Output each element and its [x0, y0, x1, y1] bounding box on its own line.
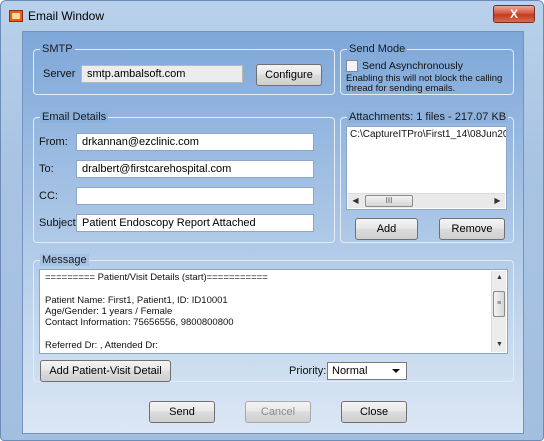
title-bar[interactable]: Email Window X — [1, 1, 543, 31]
cc-field[interactable] — [76, 187, 314, 205]
subject-label: Subject: — [39, 217, 79, 229]
message-legend: Message — [40, 254, 89, 266]
attachment-item[interactable]: C:\CaptureITPro\First1_14\08Jun2010_ — [350, 129, 506, 140]
send-mode-group: Send Mode Send Asynchronously Enabling t… — [340, 43, 514, 95]
message-line: ========= Patient/Visit Details (start)=… — [45, 272, 268, 283]
scroll-thumb[interactable]: III — [365, 195, 413, 207]
priority-select[interactable]: Normal — [327, 362, 407, 380]
email-details-legend: Email Details — [40, 111, 109, 123]
chevron-down-icon[interactable] — [392, 369, 400, 373]
send-async-label[interactable]: Send Asynchronously — [362, 60, 463, 72]
message-body[interactable]: ========= Patient/Visit Details (start)=… — [39, 269, 508, 354]
cc-label: CC: — [39, 190, 58, 202]
configure-button[interactable]: Configure — [256, 64, 322, 86]
smtp-group: SMTP Server smtp.ambalsoft.com Configure — [33, 43, 335, 95]
email-window: Email Window X SMTP Server smtp.ambalsof… — [0, 0, 544, 441]
scroll-thumb[interactable]: ≡ — [493, 291, 505, 317]
priority-value: Normal — [332, 365, 368, 377]
message-vscrollbar[interactable]: ▲ ≡ ▼ — [491, 271, 506, 352]
send-async-checkbox[interactable] — [346, 60, 358, 72]
message-group: Message ========= Patient/Visit Details … — [33, 254, 514, 382]
app-email-icon — [9, 10, 23, 22]
message-line: Referred Dr: , Attended Dr: — [45, 340, 158, 351]
email-details-group: Email Details From: drkannan@ezclinic.co… — [33, 111, 335, 243]
from-label: From: — [39, 136, 68, 148]
attachments-legend: Attachments: 1 files - 217.07 KB — [347, 111, 509, 123]
close-button[interactable]: Close — [341, 401, 407, 423]
message-line: Contact Information: 75656556, 980080080… — [45, 317, 234, 328]
send-mode-legend: Send Mode — [347, 43, 408, 55]
scroll-right-icon[interactable]: ▶ — [490, 194, 505, 208]
send-mode-hint-line2: thread for sending emails. — [346, 83, 456, 94]
priority-label: Priority: — [289, 365, 327, 377]
subject-field[interactable]: Patient Endoscopy Report Attached — [76, 214, 314, 232]
client-area: SMTP Server smtp.ambalsoft.com Configure… — [22, 31, 524, 434]
message-line: Patient Name: First1, Patient1, ID: ID10… — [45, 295, 228, 306]
cancel-button[interactable]: Cancel — [245, 401, 311, 423]
attachments-list[interactable]: C:\CaptureITPro\First1_14\08Jun2010_ ◀ I… — [346, 126, 507, 210]
attachments-group: Attachments: 1 files - 217.07 KB C:\Capt… — [340, 111, 514, 243]
server-field[interactable]: smtp.ambalsoft.com — [81, 65, 243, 83]
smtp-legend: SMTP — [40, 43, 75, 55]
scroll-up-icon[interactable]: ▲ — [492, 271, 507, 285]
attachments-hscrollbar[interactable]: ◀ III ▶ — [348, 193, 505, 208]
send-button[interactable]: Send — [149, 401, 215, 423]
from-field[interactable]: drkannan@ezclinic.com — [76, 133, 314, 151]
close-window-button[interactable]: X — [493, 5, 535, 23]
scroll-left-icon[interactable]: ◀ — [348, 194, 363, 208]
scroll-down-icon[interactable]: ▼ — [492, 338, 507, 352]
message-line: Age/Gender: 1 years / Female — [45, 306, 173, 317]
to-field[interactable]: dralbert@firstcarehospital.com — [76, 160, 314, 178]
to-label: To: — [39, 163, 54, 175]
server-label: Server — [43, 68, 76, 80]
add-patient-visit-detail-button[interactable]: Add Patient-Visit Detail — [40, 360, 171, 382]
remove-attachment-button[interactable]: Remove — [439, 218, 505, 240]
add-attachment-button[interactable]: Add — [355, 218, 418, 240]
window-title: Email Window — [28, 9, 105, 23]
